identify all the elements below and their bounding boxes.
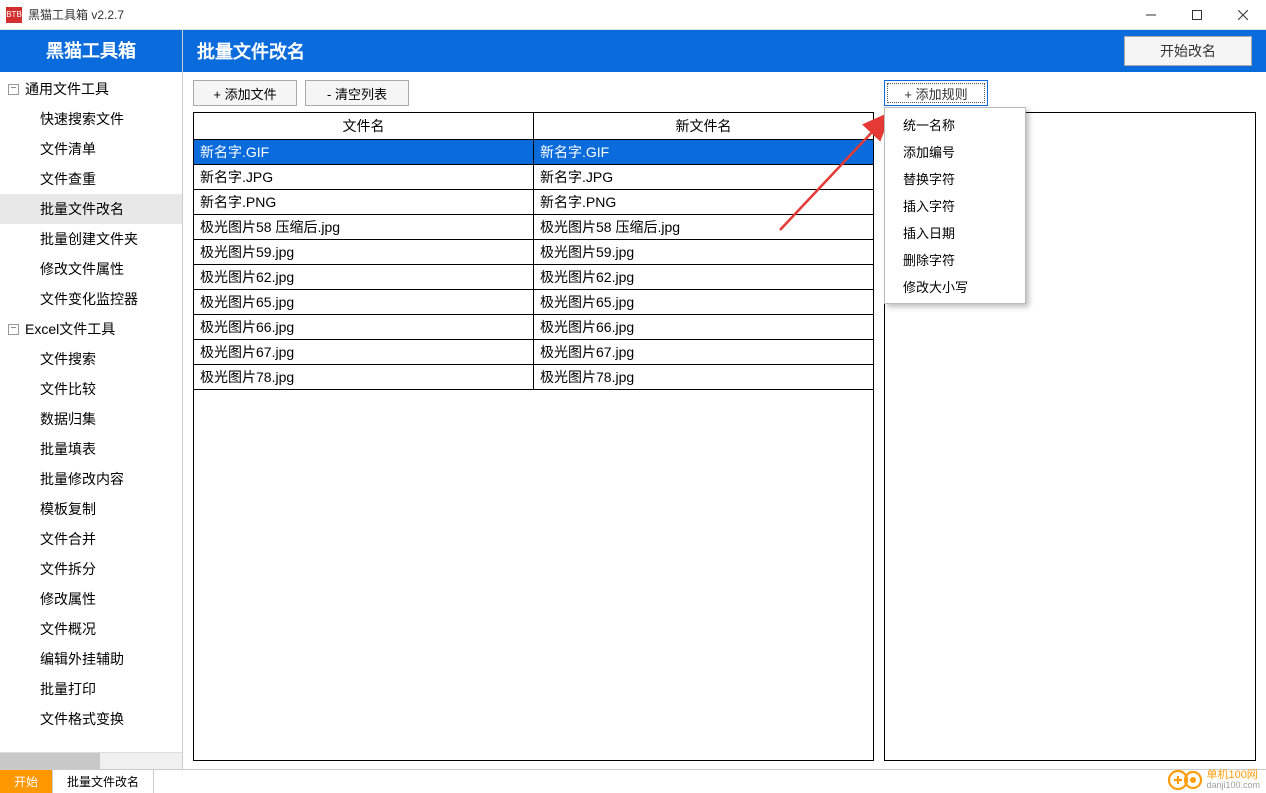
rule-dropdown: 统一名称添加编号替换字符插入字符插入日期删除字符修改大小写 [884, 107, 1026, 304]
cell-newname: 极光图片67.jpg [534, 340, 874, 365]
cell-newname: 极光图片65.jpg [534, 290, 874, 315]
tree-group-label: Excel文件工具 [25, 319, 115, 339]
tree-group[interactable]: −Excel文件工具 [0, 314, 182, 344]
cell-filename: 新名字.JPG [194, 165, 534, 190]
tree-item[interactable]: 文件清单 [0, 134, 182, 164]
add-file-button[interactable]: + 添加文件 [193, 80, 297, 106]
tree-item[interactable]: 批量创建文件夹 [0, 224, 182, 254]
tree-item[interactable]: 文件搜索 [0, 344, 182, 374]
file-list-panel: + 添加文件 - 清空列表 文件名 新文件名 新名字.GIF新名字.GIF新名字… [193, 80, 874, 761]
clear-list-button[interactable]: - 清空列表 [305, 80, 409, 106]
cell-filename: 新名字.PNG [194, 190, 534, 215]
close-button[interactable] [1220, 0, 1266, 30]
tree-item[interactable]: 批量修改内容 [0, 464, 182, 494]
cell-newname: 极光图片59.jpg [534, 240, 874, 265]
cell-filename: 新名字.GIF [194, 140, 534, 165]
col-filename[interactable]: 文件名 [194, 113, 534, 140]
collapse-icon: − [8, 324, 19, 335]
cell-newname: 极光图片58 压缩后.jpg [534, 215, 874, 240]
main-area: 批量文件改名 开始改名 + 添加文件 - 清空列表 文件名 新文件名 新名字.G… [183, 30, 1266, 769]
dropdown-item[interactable]: 修改大小写 [885, 273, 1025, 300]
cell-filename: 极光图片65.jpg [194, 290, 534, 315]
tree-item[interactable]: 文件格式变换 [0, 704, 182, 734]
table-row[interactable]: 新名字.JPG新名字.JPG [194, 165, 873, 190]
cell-filename: 极光图片58 压缩后.jpg [194, 215, 534, 240]
tree-item[interactable]: 文件查重 [0, 164, 182, 194]
table-row[interactable]: 极光图片58 压缩后.jpg极光图片58 压缩后.jpg [194, 215, 873, 240]
tree-item[interactable]: 编辑外挂辅助 [0, 644, 182, 674]
tree-item[interactable]: 数据归集 [0, 404, 182, 434]
dropdown-item[interactable]: 插入日期 [885, 219, 1025, 246]
watermark-icon [1168, 769, 1202, 791]
sidebar-header: 黑猫工具箱 [0, 30, 182, 72]
dropdown-item[interactable]: 统一名称 [885, 111, 1025, 138]
app-icon: BTB [6, 7, 22, 23]
window-title: 黑猫工具箱 v2.2.7 [28, 6, 124, 23]
tree-item[interactable]: 文件概况 [0, 614, 182, 644]
table-row[interactable]: 新名字.PNG新名字.PNG [194, 190, 873, 215]
titlebar: BTB 黑猫工具箱 v2.2.7 [0, 0, 1266, 30]
cell-filename: 极光图片62.jpg [194, 265, 534, 290]
tree-item[interactable]: 模板复制 [0, 494, 182, 524]
dropdown-item[interactable]: 添加编号 [885, 138, 1025, 165]
tree-item[interactable]: 修改文件属性 [0, 254, 182, 284]
table-row[interactable]: 新名字.GIF新名字.GIF [194, 140, 873, 165]
dropdown-item[interactable]: 替换字符 [885, 165, 1025, 192]
tree-item[interactable]: 修改属性 [0, 584, 182, 614]
bottom-tab[interactable]: 批量文件改名 [53, 770, 154, 793]
col-newname[interactable]: 新文件名 [534, 113, 874, 140]
bottom-tabs: 开始批量文件改名 [0, 769, 1266, 793]
tree-item[interactable]: 文件拆分 [0, 554, 182, 584]
table-row[interactable]: 极光图片65.jpg极光图片65.jpg [194, 290, 873, 315]
cell-newname: 极光图片66.jpg [534, 315, 874, 340]
tree-item[interactable]: 批量填表 [0, 434, 182, 464]
tree-item[interactable]: 文件合并 [0, 524, 182, 554]
table-row[interactable]: 极光图片62.jpg极光图片62.jpg [194, 265, 873, 290]
cell-newname: 新名字.GIF [534, 140, 874, 165]
start-rename-button[interactable]: 开始改名 [1124, 36, 1252, 66]
table-row[interactable]: 极光图片66.jpg极光图片66.jpg [194, 315, 873, 340]
maximize-button[interactable] [1174, 0, 1220, 30]
cell-filename: 极光图片66.jpg [194, 315, 534, 340]
tree-item[interactable]: 文件比较 [0, 374, 182, 404]
cell-newname: 极光图片78.jpg [534, 365, 874, 390]
collapse-icon: − [8, 84, 19, 95]
tree-group-label: 通用文件工具 [25, 79, 109, 99]
cell-newname: 极光图片62.jpg [534, 265, 874, 290]
minimize-button[interactable] [1128, 0, 1174, 30]
cell-filename: 极光图片78.jpg [194, 365, 534, 390]
table-row[interactable]: 极光图片59.jpg极光图片59.jpg [194, 240, 873, 265]
tree-item[interactable]: 文件变化监控器 [0, 284, 182, 314]
tree-item[interactable]: 快速搜索文件 [0, 104, 182, 134]
cell-filename: 极光图片67.jpg [194, 340, 534, 365]
main-header: 批量文件改名 开始改名 [183, 30, 1266, 72]
rules-panel: + 添加规则 统一名称添加编号替换字符插入字符插入日期删除字符修改大小写 [884, 80, 1256, 761]
cell-newname: 新名字.PNG [534, 190, 874, 215]
bottom-tab[interactable]: 开始 [0, 770, 53, 793]
sidebar-tree[interactable]: −通用文件工具快速搜索文件文件清单文件查重批量文件改名批量创建文件夹修改文件属性… [0, 72, 182, 752]
table-row[interactable]: 极光图片78.jpg极光图片78.jpg [194, 365, 873, 390]
sidebar: 黑猫工具箱 −通用文件工具快速搜索文件文件清单文件查重批量文件改名批量创建文件夹… [0, 30, 183, 769]
page-title: 批量文件改名 [197, 38, 305, 64]
file-table[interactable]: 文件名 新文件名 新名字.GIF新名字.GIF新名字.JPG新名字.JPG新名字… [194, 113, 873, 390]
tree-group[interactable]: −通用文件工具 [0, 74, 182, 104]
dropdown-item[interactable]: 删除字符 [885, 246, 1025, 273]
tree-item[interactable]: 批量打印 [0, 674, 182, 704]
watermark-url: danji100.com [1206, 781, 1260, 791]
add-rule-button[interactable]: + 添加规则 [884, 80, 988, 106]
watermark: 单机100网 danji100.com [1168, 769, 1260, 791]
table-row[interactable]: 极光图片67.jpg极光图片67.jpg [194, 340, 873, 365]
cell-newname: 新名字.JPG [534, 165, 874, 190]
tree-item[interactable]: 批量文件改名 [0, 194, 182, 224]
cell-filename: 极光图片59.jpg [194, 240, 534, 265]
sidebar-scrollbar[interactable] [0, 752, 182, 769]
dropdown-item[interactable]: 插入字符 [885, 192, 1025, 219]
